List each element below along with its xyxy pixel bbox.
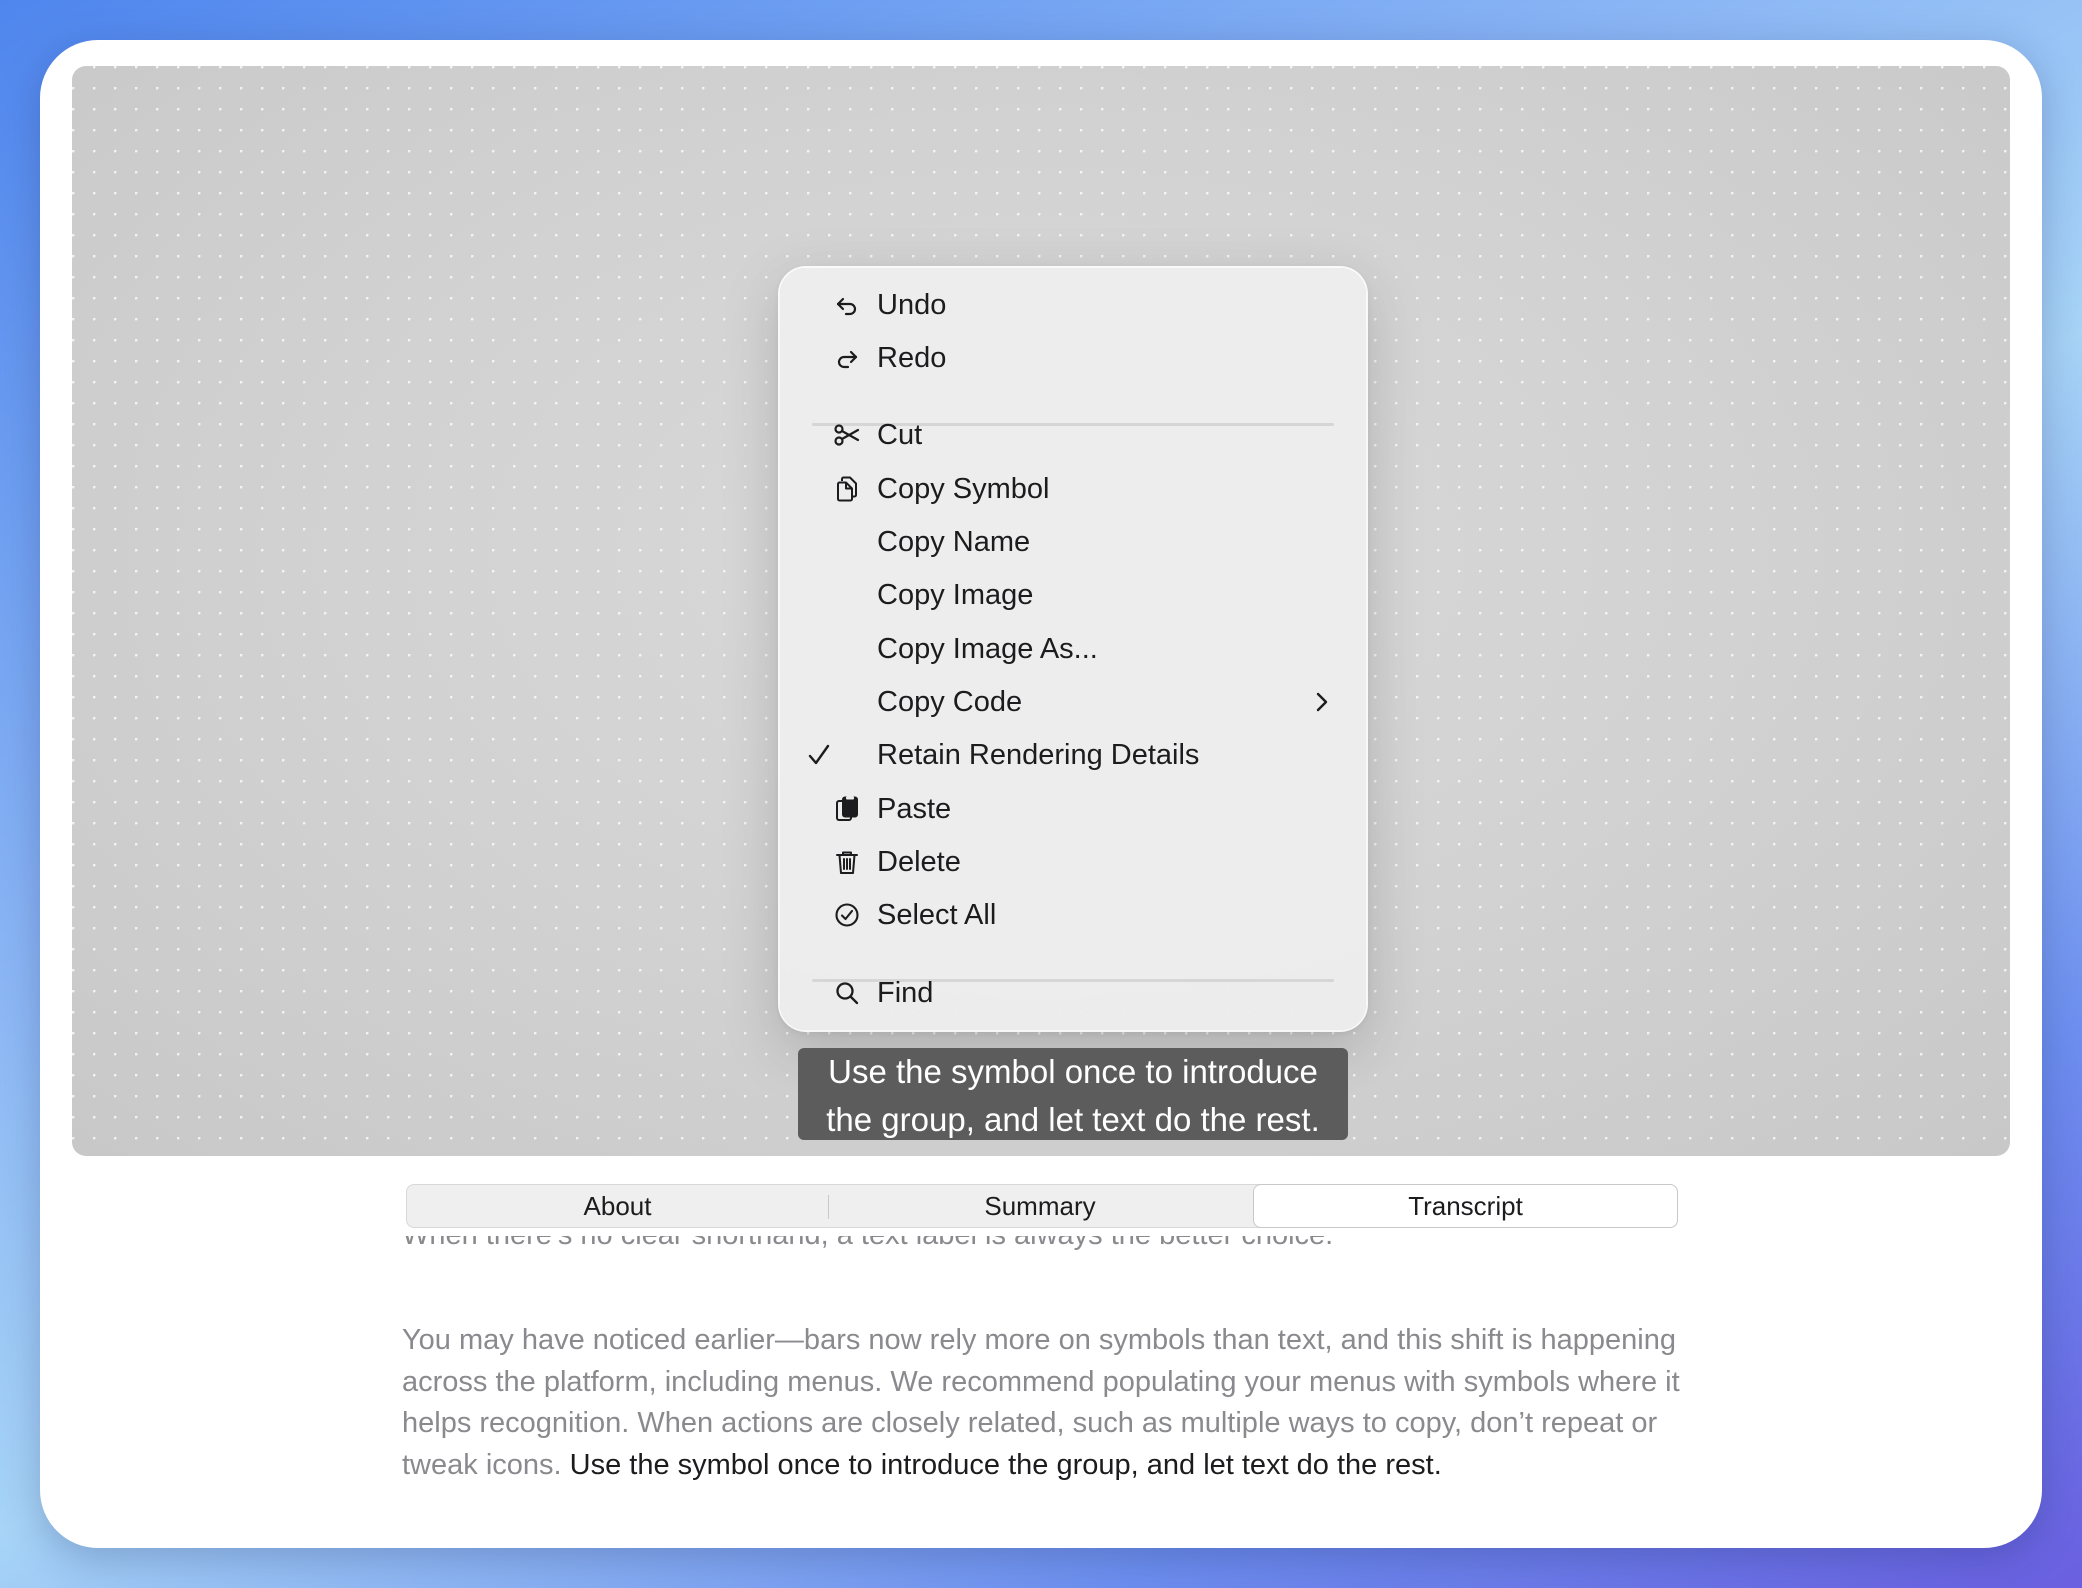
caption-line: Use the symbol once to introduce [828,1053,1318,1090]
magnifying-glass-icon [832,978,862,1008]
menu-item-label: Find [877,977,934,1009]
menu-item-label: Cut [877,419,923,451]
redo-icon [832,343,862,373]
menu-item-select-all[interactable]: Select All [780,890,1366,940]
tab-about[interactable]: About [407,1185,828,1227]
checkmark-circle-icon [832,900,862,930]
app-window: Undo Redo Cut Copy Symbol Copy Name Copy… [40,40,2042,1548]
tab-transcript[interactable]: Transcript [1253,1184,1678,1228]
menu-item-retain-rendering-details[interactable]: Retain Rendering Details [780,730,1366,780]
menu-item-label: Copy Name [877,526,1031,558]
segmented-control: About Summary Transcript [406,1184,1678,1228]
menu-item-label: Copy Symbol [877,473,1050,505]
transcript-current-text: Use the symbol once to introduce the gro… [569,1448,1442,1481]
context-menu: Undo Redo Cut Copy Symbol Copy Name Copy… [780,268,1366,1030]
checkmark-icon [804,740,834,770]
caption-line: the group, and let text do the rest. [826,1101,1320,1138]
menu-item-copy-code[interactable]: Copy Code [780,677,1366,727]
menu-item-label: Undo [877,289,947,321]
caption-overlay: Use the symbol once to introduce the gro… [798,1048,1348,1140]
transcript-previous-line: When there’s no clear shorthand, a text … [402,1236,1333,1256]
menu-item-label: Select All [877,899,997,931]
tab-summary[interactable]: Summary [829,1185,1251,1227]
menu-item-copy-symbol[interactable]: Copy Symbol [780,464,1366,514]
undo-icon [832,290,862,320]
menu-item-label: Copy Image As... [877,633,1098,665]
menu-item-copy-image-as[interactable]: Copy Image As... [780,624,1366,674]
trash-icon [832,847,862,877]
paste-icon [832,794,862,824]
transcript-paragraph: You may have noticed earlier—bars now re… [402,1320,1692,1486]
menu-item-label: Delete [877,846,961,878]
menu-item-label: Redo [877,342,947,374]
menu-item-cut[interactable]: Cut [780,410,1366,460]
menu-item-copy-image[interactable]: Copy Image [780,570,1366,620]
menu-item-label: Copy Image [877,579,1034,611]
copy-icon [832,474,862,504]
menu-item-copy-name[interactable]: Copy Name [780,517,1366,567]
menu-item-label: Paste [877,793,952,825]
menu-item-delete[interactable]: Delete [780,837,1366,887]
menu-item-redo[interactable]: Redo [780,333,1366,383]
menu-item-label: Copy Code [877,686,1023,718]
menu-item-find[interactable]: Find [780,968,1366,1018]
menu-item-label: Retain Rendering Details [877,739,1200,771]
video-canvas: Undo Redo Cut Copy Symbol Copy Name Copy… [72,66,2010,1156]
chevron-right-icon [1316,692,1328,712]
scissors-icon [832,420,862,450]
menu-item-paste[interactable]: Paste [780,784,1366,834]
menu-item-undo[interactable]: Undo [780,280,1366,330]
